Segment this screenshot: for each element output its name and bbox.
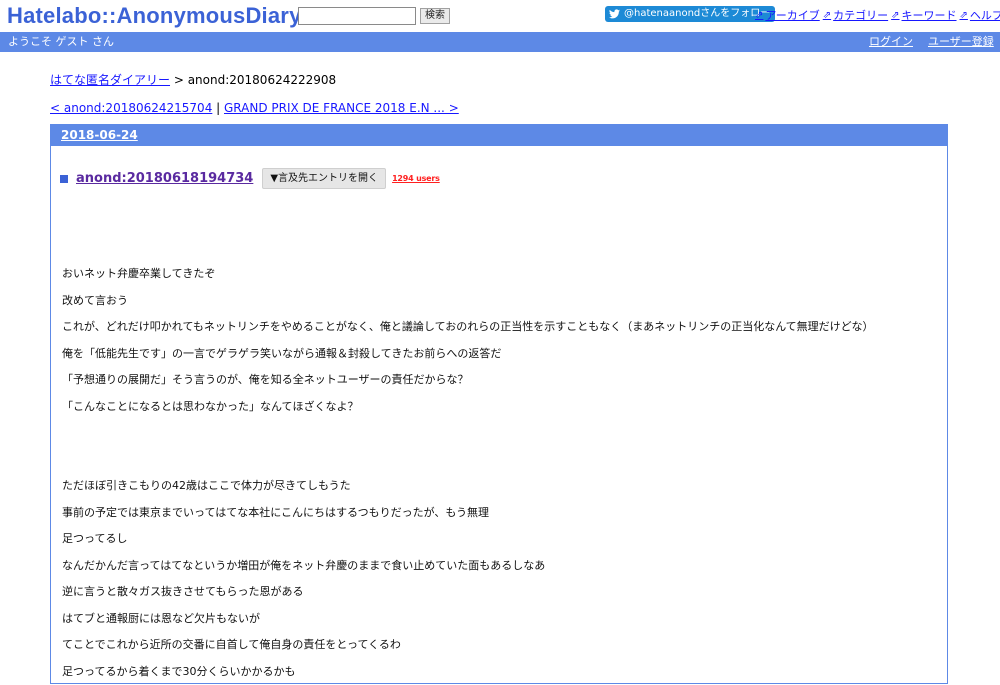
body-line: おいネット弁慶卒業してきたぞ <box>62 261 873 288</box>
breadcrumb: はてな匿名ダイアリー > anond:20180624222908 <box>50 71 336 88</box>
body-line: 逆に言うと散々ガス抜きさせてもらった恩がある <box>62 579 873 606</box>
breadcrumb-separator: > <box>170 73 188 87</box>
twitter-follow-button[interactable]: @hatenaanondさんをフォロー <box>605 6 775 22</box>
open-referenced-entry-button[interactable]: ▼言及先エントリを開く <box>262 168 386 189</box>
arrow-icon: ⇗ <box>755 10 763 21</box>
twitter-bird-icon <box>609 9 620 19</box>
search-button[interactable]: 検索 <box>420 8 450 24</box>
user-bar: ようこそ ゲスト さん ログイン ユーザー登録 <box>0 32 1000 52</box>
body-line: これが、どれだけ叩かれてもネットリンチをやめることがなく、俺と議論しておのれらの… <box>62 314 873 341</box>
body-line: てことでこれから近所の交番に自首して俺自身の責任をとってくるわ <box>62 632 873 659</box>
body-line: ただほぼ引きこもりの42歳はここで体力が尽きてしもうた <box>62 473 873 500</box>
nav-help[interactable]: ⇗ヘルプ <box>960 7 1000 23</box>
breadcrumb-current: anond:20180624222908 <box>188 73 336 87</box>
welcome-text: ようこそ ゲスト さん <box>8 32 114 52</box>
day-section: 2018-06-24 anond:20180618194734 ▼言及先エントリ… <box>50 124 948 684</box>
square-bullet-icon[interactable] <box>60 175 68 183</box>
pager-separator: | <box>212 101 224 115</box>
body-line: 足つってるから着くまで30分くらいかかるかも <box>62 659 873 685</box>
body-line: 「予想通りの展開だ」そう言うのが、俺を知る全ネットユーザーの責任だからな？ <box>62 367 873 394</box>
nav-archive[interactable]: ⇗アーカイブ <box>755 7 820 23</box>
entry-title-row: anond:20180618194734 ▼言及先エントリを開く 1294 us… <box>60 168 440 189</box>
body-line: 「こんなことになるとは思わなかった」なんてほざくなよ？ <box>62 394 873 421</box>
body-line: はてブと通報厨には恩など欠片もないが <box>62 606 873 633</box>
twitter-follow-label: @hatenaanondさんをフォロー <box>624 6 770 22</box>
paragraph-gap <box>62 420 873 447</box>
bookmark-users-badge[interactable]: 1294 users <box>392 174 440 183</box>
day-date-link[interactable]: 2018-06-24 <box>61 128 138 142</box>
body-line: 改めて言おう <box>62 288 873 315</box>
body-line: 俺を「低能先生です」の一言でゲラゲラ笑いながら通報＆封殺してきたお前らへの返答だ <box>62 341 873 368</box>
next-entry-link[interactable]: GRAND PRIX DE FRANCE 2018 E.N ... > <box>224 101 459 115</box>
body-line: 事前の予定では東京までいってはてな本社にこんにちはするつもりだったが、もう無理 <box>62 500 873 527</box>
login-link[interactable]: ログイン <box>869 32 913 52</box>
nav-keyword[interactable]: ⇗キーワード <box>891 7 956 23</box>
register-link[interactable]: ユーザー登録 <box>928 32 994 52</box>
day-header: 2018-06-24 <box>51 124 947 146</box>
body-line: なんだかんだ言ってはてなというか増田が俺をネット弁慶のままで食い止めていた面もあ… <box>62 553 873 580</box>
nav-category[interactable]: ⇗カテゴリー <box>823 7 888 23</box>
arrow-icon: ⇗ <box>960 10 968 21</box>
arrow-icon: ⇗ <box>823 10 831 21</box>
entry-pager: < anond:20180624215704 | GRAND PRIX DE F… <box>50 101 459 115</box>
entry-body: おいネット弁慶卒業してきたぞ 改めて言おう これが、どれだけ叩かれてもネットリン… <box>62 261 873 685</box>
search-input[interactable] <box>298 7 416 25</box>
site-logo[interactable]: Hatelabo::AnonymousDiary <box>7 3 302 29</box>
body-line: 足つってるし <box>62 526 873 553</box>
site-header: Hatelabo::AnonymousDiary 検索 @hatenaanond… <box>0 0 1000 32</box>
top-nav: ⇗アーカイブ ⇗カテゴリー ⇗キーワード ⇗ヘルプ <box>752 7 1000 23</box>
breadcrumb-home-link[interactable]: はてな匿名ダイアリー <box>50 73 170 87</box>
arrow-icon: ⇗ <box>891 10 899 21</box>
paragraph-gap <box>62 447 873 474</box>
prev-entry-link[interactable]: < anond:20180624215704 <box>50 101 212 115</box>
entry-title-link[interactable]: anond:20180618194734 <box>76 171 253 186</box>
